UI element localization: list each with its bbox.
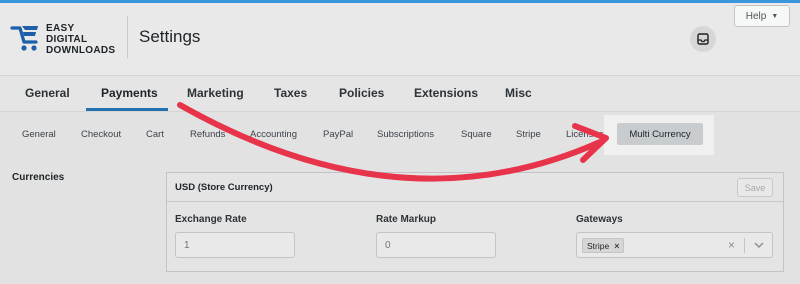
subtab-multi-currency[interactable]: Multi Currency [617, 123, 703, 145]
gateway-chip-label: Stripe [587, 240, 610, 251]
inbox-button[interactable] [690, 26, 716, 52]
remove-chip-icon[interactable]: × [614, 241, 619, 251]
logo-line-2: DIGITAL [46, 34, 88, 45]
subtab-square[interactable]: Square [461, 129, 492, 140]
gateways-select[interactable]: Stripe × × [576, 232, 773, 258]
edd-logo: EASY DIGITAL DOWNLOADS [10, 20, 120, 62]
subtab-refunds[interactable]: Refunds [190, 129, 225, 140]
help-label: Help [745, 10, 767, 22]
exchange-rate-label: Exchange Rate [175, 214, 247, 225]
subtab-subscriptions[interactable]: Subscriptions [377, 129, 434, 140]
subtab-licenses[interactable]: Licenses [566, 129, 604, 140]
gateway-chip: Stripe × [582, 238, 625, 253]
subtab-checkout[interactable]: Checkout [81, 129, 121, 140]
active-tab-indicator [86, 108, 168, 111]
inbox-icon [697, 33, 709, 45]
select-divider [744, 238, 745, 253]
chevron-down-icon[interactable] [753, 240, 765, 250]
clear-selection-icon[interactable]: × [728, 238, 735, 252]
header-divider [127, 16, 128, 58]
rate-markup-input[interactable] [376, 232, 496, 258]
exchange-rate-input[interactable] [175, 232, 295, 258]
tab-general[interactable]: General [25, 86, 70, 100]
edd-logo-icon [10, 26, 38, 51]
logo-line-3: DOWNLOADS [46, 45, 116, 56]
currency-card: USD (Store Currency) Save Exchange Rate … [166, 172, 784, 272]
tab-taxes[interactable]: Taxes [274, 86, 307, 100]
help-button[interactable]: Help ▼ [734, 5, 790, 27]
rate-markup-label: Rate Markup [376, 214, 437, 225]
currency-card-header: USD (Store Currency) Save [167, 173, 783, 202]
tab-extensions[interactable]: Extensions [414, 86, 478, 100]
subtab-paypal[interactable]: PayPal [323, 129, 353, 140]
caret-down-icon: ▼ [771, 12, 779, 20]
subtab-accounting[interactable]: Accounting [250, 129, 297, 140]
tab-misc[interactable]: Misc [505, 86, 532, 100]
currency-title: USD (Store Currency) [175, 182, 273, 193]
tab-payments[interactable]: Payments [101, 86, 158, 100]
save-button[interactable]: Save [737, 178, 773, 197]
main-tab-bar: General Payments Marketing Taxes Policie… [0, 75, 800, 112]
subtab-cart[interactable]: Cart [146, 129, 164, 140]
logo-line-1: EASY [46, 23, 75, 34]
subtab-stripe[interactable]: Stripe [516, 129, 541, 140]
gateways-label: Gateways [576, 214, 623, 225]
subtab-general[interactable]: General [22, 129, 56, 140]
page-header: EASY DIGITAL DOWNLOADS Settings Help ▼ [0, 3, 800, 75]
sub-tab-bar: General Checkout Cart Refunds Accounting… [0, 113, 800, 157]
tab-policies[interactable]: Policies [339, 86, 384, 100]
currencies-label: Currencies [12, 172, 65, 183]
tab-marketing[interactable]: Marketing [187, 86, 244, 100]
page-title: Settings [139, 27, 201, 46]
